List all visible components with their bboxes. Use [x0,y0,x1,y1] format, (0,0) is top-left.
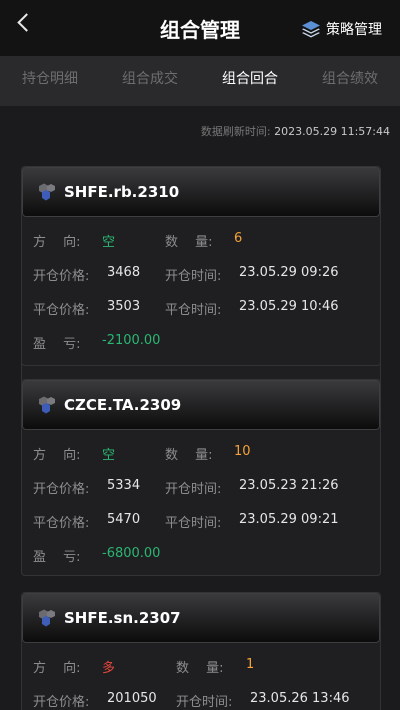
pnl-value: -6800.00 [102,546,161,561]
layers-icon [302,21,320,38]
refresh-label: 数据刷新时间: [200,125,271,138]
open-price-value: 201050 [107,691,157,706]
open-price-label: 开仓价格: [33,695,90,710]
header-bar: 组合管理 策略管理 [0,0,400,56]
strategy-manage-button[interactable]: 策略管理 [301,18,382,40]
direction-value: 空 [102,235,116,250]
round-card-1[interactable]: SHFE.rb.2310 方 向: 空 数 量: 6 开仓价格: 3468 开仓… [21,166,381,366]
open-time-value: 23.05.23 21:26 [239,478,339,493]
close-time-value: 23.05.29 09:21 [239,512,339,527]
cube-icon [39,609,55,627]
pnl-value: -2100.00 [102,333,161,348]
close-price-value: 5470 [107,512,141,527]
open-time-value: 23.05.26 13:46 [250,691,350,706]
direction-label: 方 向: [33,661,81,676]
card-header: CZCE.TA.2309 [22,380,380,430]
quantity-label: 数 量: [165,448,213,463]
card-header: SHFE.rb.2310 [22,167,380,217]
contract-code: CZCE.TA.2309 [64,396,182,414]
open-price-value: 3468 [107,265,141,280]
refresh-timestamp: 2023.05.29 11:57:44 [274,125,390,138]
direction-label: 方 向: [33,235,81,250]
tab-positions[interactable]: 持仓明细 [0,56,100,106]
direction-label: 方 向: [33,448,81,463]
quantity-value: 6 [234,231,243,246]
pnl-label: 盈 亏: [33,337,81,352]
open-price-label: 开仓价格: [33,482,90,497]
card-header: SHFE.sn.2307 [22,593,380,643]
round-card-2[interactable]: CZCE.TA.2309 方 向: 空 数 量: 10 开仓价格: 5334 开… [21,379,381,576]
open-time-label: 开仓时间: [165,482,222,497]
pnl-label: 盈 亏: [33,550,81,565]
tab-bar: 持仓明细 组合成交 组合回合 组合绩效 [0,56,400,106]
close-price-label: 平仓价格: [33,516,90,531]
quantity-label: 数 量: [176,661,224,676]
cube-icon [39,396,55,414]
close-time-value: 23.05.29 10:46 [239,299,339,314]
open-price-value: 5334 [107,478,141,493]
cube-icon [39,183,55,201]
close-time-label: 平仓时间: [165,303,222,318]
direction-value: 空 [102,448,116,463]
quantity-label: 数 量: [165,235,213,250]
tab-performance[interactable]: 组合绩效 [300,56,400,106]
quantity-value: 10 [234,444,251,459]
contract-code: SHFE.sn.2307 [64,609,181,627]
quantity-value: 1 [246,657,255,672]
direction-value: 多 [102,661,116,676]
open-price-label: 开仓价格: [33,269,90,284]
close-time-label: 平仓时间: [165,516,222,531]
open-time-label: 开仓时间: [176,695,233,710]
refresh-time: 数据刷新时间: 2023.05.29 11:57:44 [201,123,390,139]
open-time-value: 23.05.29 09:26 [239,265,339,280]
close-price-label: 平仓价格: [33,303,90,318]
contract-code: SHFE.rb.2310 [64,183,180,201]
close-price-value: 3503 [107,299,141,314]
strategy-manage-label: 策略管理 [326,22,382,38]
open-time-label: 开仓时间: [165,269,222,284]
round-card-3[interactable]: SHFE.sn.2307 方 向: 多 数 量: 1 开仓价格: 201050 … [21,592,381,710]
tab-trades[interactable]: 组合成交 [100,56,200,106]
tab-rounds[interactable]: 组合回合 [200,56,300,106]
